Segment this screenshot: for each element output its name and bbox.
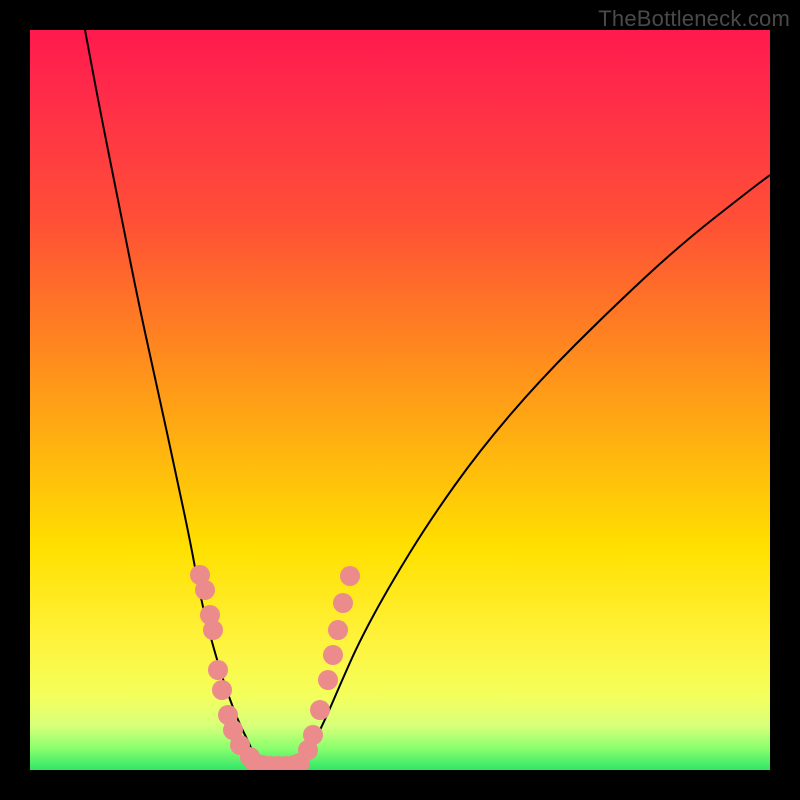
chart-frame: TheBottleneck.com <box>0 0 800 800</box>
highlight-dot <box>310 700 330 720</box>
highlight-dot <box>195 580 215 600</box>
highlight-dot <box>212 680 232 700</box>
highlight-dot <box>208 660 228 680</box>
highlight-dot <box>328 620 348 640</box>
plot-area <box>30 30 770 770</box>
highlight-dot <box>333 593 353 613</box>
highlight-dot <box>203 620 223 640</box>
highlight-dot <box>340 566 360 586</box>
watermark-text: TheBottleneck.com <box>598 6 790 32</box>
curve-right-arm <box>300 175 770 770</box>
curve-left-arm <box>85 30 260 770</box>
highlight-dot <box>323 645 343 665</box>
highlight-dot <box>303 725 323 745</box>
highlight-dot <box>318 670 338 690</box>
highlight-dots <box>190 565 360 770</box>
chart-svg <box>30 30 770 770</box>
